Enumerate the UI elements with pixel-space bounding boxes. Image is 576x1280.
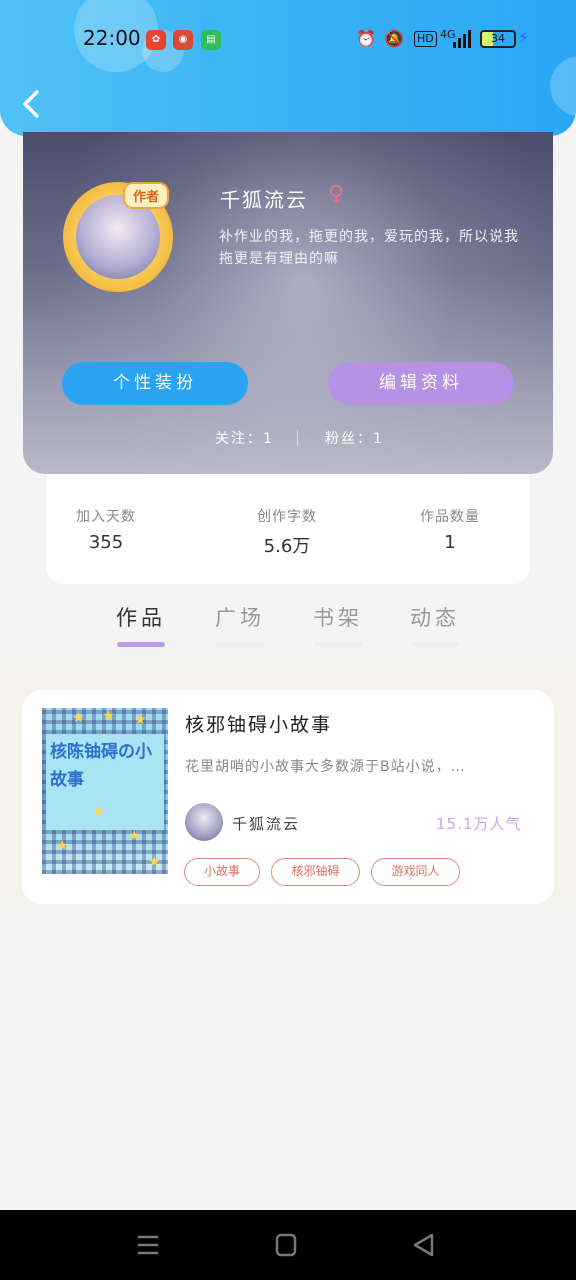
- tab-activity[interactable]: 动态: [400, 602, 470, 632]
- tab-plaza[interactable]: 广场: [205, 602, 275, 632]
- star-icon: ★: [102, 708, 115, 724]
- nav-back-button[interactable]: [404, 1228, 444, 1262]
- star-icon: ★: [128, 828, 141, 844]
- stat-value: 355: [88, 532, 124, 553]
- back-button[interactable]: [18, 86, 48, 122]
- book-card[interactable]: 核陈铀碍の小故事 ★ ★ ★ ★ ★ ★ ★ 核邪铀碍小故事 花里胡哨的小故事大…: [22, 690, 554, 904]
- menu-button[interactable]: [128, 1228, 168, 1262]
- star-icon: ★: [134, 712, 147, 728]
- charging-icon: ⚡: [518, 28, 530, 47]
- header-bar: 22:00 ✿ ◉ ▤ ⏰ 🔕 HD 4G 34 ⚡: [0, 0, 576, 136]
- decor-bubble: [550, 56, 576, 116]
- stat-label: 创作字数: [257, 509, 317, 525]
- star-icon: ★: [72, 710, 85, 726]
- tag-chip[interactable]: 核邪铀碍: [271, 858, 360, 886]
- game-app-icon: ◉: [173, 30, 193, 50]
- hd-icon: HD: [414, 31, 437, 47]
- alarm-icon: ⏰: [356, 29, 376, 48]
- stat-value: 5.6万: [263, 536, 311, 557]
- star-icon: ★: [148, 854, 161, 870]
- followers-count[interactable]: 粉丝：1: [325, 428, 384, 448]
- stat-join-days: 加入天数 355: [46, 506, 166, 553]
- tab-indicator: [411, 642, 459, 647]
- follow-stats: 关注：1 粉丝：1: [23, 428, 553, 450]
- tab-works[interactable]: 作品: [106, 602, 176, 632]
- following-count[interactable]: 关注：1: [215, 428, 274, 448]
- signal-bars-icon: [453, 30, 471, 48]
- dressup-button[interactable]: 个性装扮: [62, 362, 248, 405]
- book-description: 花里胡哨的小故事大多数源于B站小说，…: [185, 759, 466, 775]
- profile-bio: 补作业的我，拖更的我，爱玩的我，所以说我拖更是有理由的嘛: [219, 229, 519, 267]
- book-title[interactable]: 核邪铀碍小故事: [185, 710, 332, 737]
- stat-label: 加入天数: [76, 509, 136, 525]
- book-cover: 核陈铀碍の小故事 ★ ★ ★ ★ ★ ★ ★: [42, 708, 168, 874]
- tab-indicator: [314, 642, 362, 647]
- star-icon: ★: [92, 804, 105, 820]
- cover-title: 核陈铀碍の小故事: [50, 742, 152, 790]
- message-app-icon: ▤: [201, 30, 221, 50]
- divider: [297, 430, 298, 446]
- status-bar: 22:00 ✿ ◉ ▤ ⏰ 🔕 HD 4G 34 ⚡: [0, 20, 576, 58]
- menu-icon: [138, 1235, 158, 1255]
- tab-bookshelf[interactable]: 书架: [303, 602, 373, 632]
- book-author: 千狐流云: [232, 815, 301, 833]
- stat-works-count: 作品数量 1: [390, 506, 510, 553]
- profile-card: 作者 千狐流云 ♀ 补作业的我，拖更的我，爱玩的我，所以说我拖更是有理由的嘛 个…: [23, 132, 553, 474]
- stat-word-count: 创作字数 5.6万: [227, 506, 347, 558]
- tab-indicator: [216, 642, 264, 647]
- system-nav-bar: [0, 1210, 576, 1280]
- tab-bar: 作品 广场 书架 动态: [0, 598, 576, 654]
- home-button[interactable]: [266, 1228, 306, 1262]
- tag-chip[interactable]: 游戏同人: [371, 858, 460, 886]
- home-icon: [275, 1233, 297, 1257]
- profile-name: 千狐流云: [220, 188, 308, 212]
- female-icon: ♀: [328, 182, 345, 207]
- stat-label: 作品数量: [420, 509, 480, 525]
- book-popularity: 15.1万人气: [436, 815, 522, 833]
- weibo-app-icon: ✿: [146, 30, 166, 50]
- battery-icon: 34: [480, 30, 516, 48]
- stat-value: 1: [444, 532, 456, 553]
- tag-chip[interactable]: 小故事: [184, 858, 260, 886]
- triangle-back-icon: [413, 1233, 434, 1257]
- chevron-left-icon: [23, 90, 39, 118]
- author-badge: 作者: [123, 182, 170, 209]
- star-icon: ★: [56, 838, 69, 854]
- author-avatar: [185, 803, 223, 841]
- edit-profile-button[interactable]: 编辑资料: [328, 362, 514, 405]
- status-time: 22:00: [83, 26, 141, 50]
- tab-indicator: [117, 642, 165, 647]
- mute-icon: 🔕: [384, 29, 404, 48]
- stats-card: 加入天数 355 创作字数 5.6万 作品数量 1: [46, 474, 530, 584]
